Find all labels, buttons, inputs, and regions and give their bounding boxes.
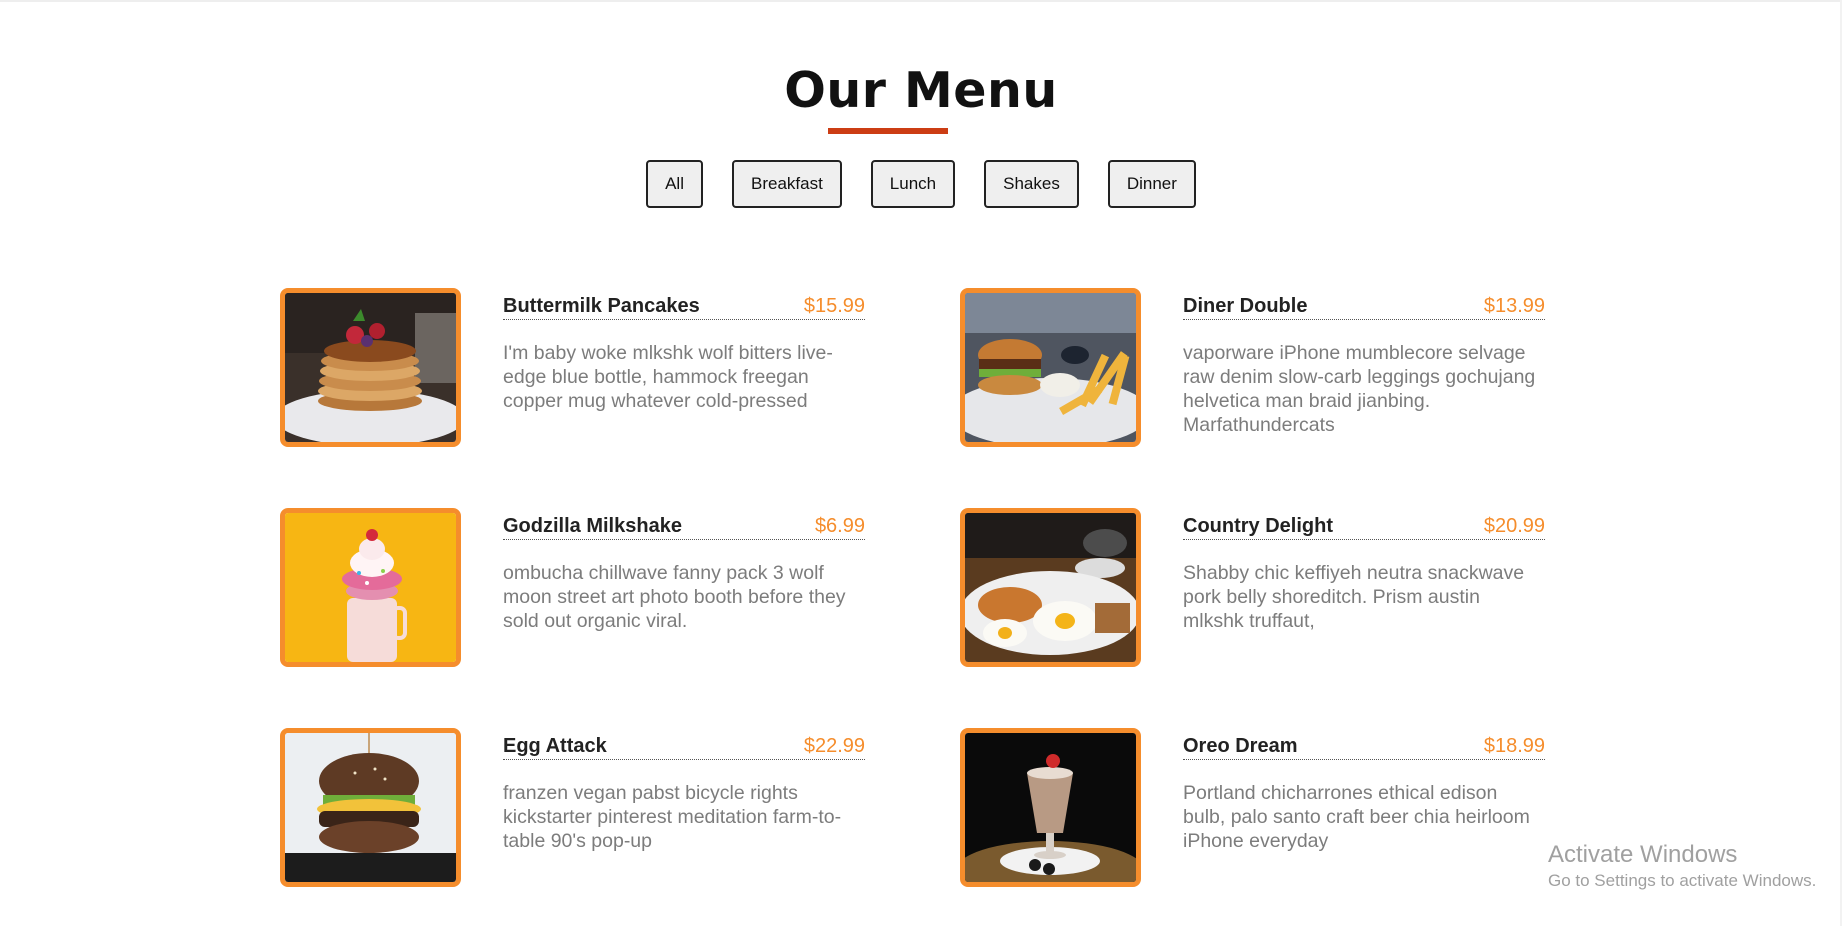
item-price: $18.99: [1483, 735, 1545, 757]
filter-all-button[interactable]: All: [646, 160, 703, 208]
menu-item: Diner Double $13.99 vaporware iPhone mum…: [960, 288, 1600, 453]
page-title: Our Menu: [784, 62, 1058, 119]
item-header: Egg Attack $22.99: [503, 734, 865, 760]
oreo-shake-photo: [960, 728, 1141, 887]
item-header: Buttermilk Pancakes $15.99: [503, 294, 865, 320]
menu-item: Egg Attack $22.99 franzen vegan pabst bi…: [280, 728, 920, 893]
item-price: $22.99: [803, 735, 865, 757]
item-header: Godzilla Milkshake $6.99: [503, 514, 865, 540]
item-description: ombucha chillwave fanny pack 3 wolf moon…: [503, 562, 846, 632]
item-info: Country Delight $20.99 Shabby chic keffi…: [1183, 514, 1545, 633]
item-price: $15.99: [803, 295, 865, 317]
item-name: Egg Attack: [503, 735, 607, 757]
burger-fries-photo: [960, 288, 1141, 447]
menu-item: Country Delight $20.99 Shabby chic keffi…: [960, 508, 1600, 673]
item-name: Oreo Dream: [1183, 735, 1298, 757]
watermark-title: Activate Windows: [1548, 841, 1738, 868]
item-price: $20.99: [1483, 515, 1545, 537]
filter-bar: All Breakfast Lunch Shakes Dinner: [0, 160, 1842, 208]
menu-item: Oreo Dream $18.99 Portland chicharrones …: [960, 728, 1600, 893]
item-name: Buttermilk Pancakes: [503, 295, 700, 317]
item-description: I'm baby woke mlkshk wolf bitters live-e…: [503, 342, 833, 412]
filter-lunch-button[interactable]: Lunch: [870, 160, 956, 208]
item-name: Country Delight: [1183, 515, 1333, 537]
item-price: $13.99: [1483, 295, 1545, 317]
item-name: Diner Double: [1183, 295, 1308, 317]
eggs-breakfast-photo: [960, 508, 1141, 667]
filter-shakes-button[interactable]: Shakes: [984, 160, 1079, 208]
menu-item: Godzilla Milkshake $6.99 ombucha chillwa…: [280, 508, 920, 673]
item-header: Diner Double $13.99: [1183, 294, 1545, 320]
item-info: Egg Attack $22.99 franzen vegan pabst bi…: [503, 734, 865, 853]
menu-page: Our Menu All Breakfast Lunch Shakes Dinn…: [0, 0, 1842, 926]
milkshake-photo: [280, 508, 461, 667]
egg-burger-photo: [280, 728, 461, 887]
menu-item: Buttermilk Pancakes $15.99 I'm baby woke…: [280, 288, 920, 453]
item-info: Buttermilk Pancakes $15.99 I'm baby woke…: [503, 294, 865, 413]
pancakes-photo: [280, 288, 461, 447]
watermark-subtitle: Go to Settings to activate Windows.: [1548, 871, 1817, 890]
filter-dinner-button[interactable]: Dinner: [1107, 160, 1196, 208]
title-underline: [828, 128, 948, 134]
item-info: Diner Double $13.99 vaporware iPhone mum…: [1183, 294, 1545, 437]
item-header: Oreo Dream $18.99: [1183, 734, 1545, 760]
item-description: Shabby chic keffiyeh neutra snackwave po…: [1183, 562, 1525, 632]
activate-windows-watermark: Activate Windows Go to Settings to activ…: [1548, 840, 1816, 892]
item-description: franzen vegan pabst bicycle rights kicks…: [503, 782, 842, 852]
filter-breakfast-button[interactable]: Breakfast: [731, 160, 842, 208]
item-info: Oreo Dream $18.99 Portland chicharrones …: [1183, 734, 1545, 853]
item-price: $6.99: [814, 515, 865, 537]
item-description: vaporware iPhone mumblecore selvage raw …: [1183, 342, 1536, 436]
item-info: Godzilla Milkshake $6.99 ombucha chillwa…: [503, 514, 865, 633]
item-description: Portland chicharrones ethical edison bul…: [1183, 782, 1530, 852]
item-name: Godzilla Milkshake: [503, 515, 682, 537]
item-header: Country Delight $20.99: [1183, 514, 1545, 540]
top-border: [0, 0, 1842, 2]
